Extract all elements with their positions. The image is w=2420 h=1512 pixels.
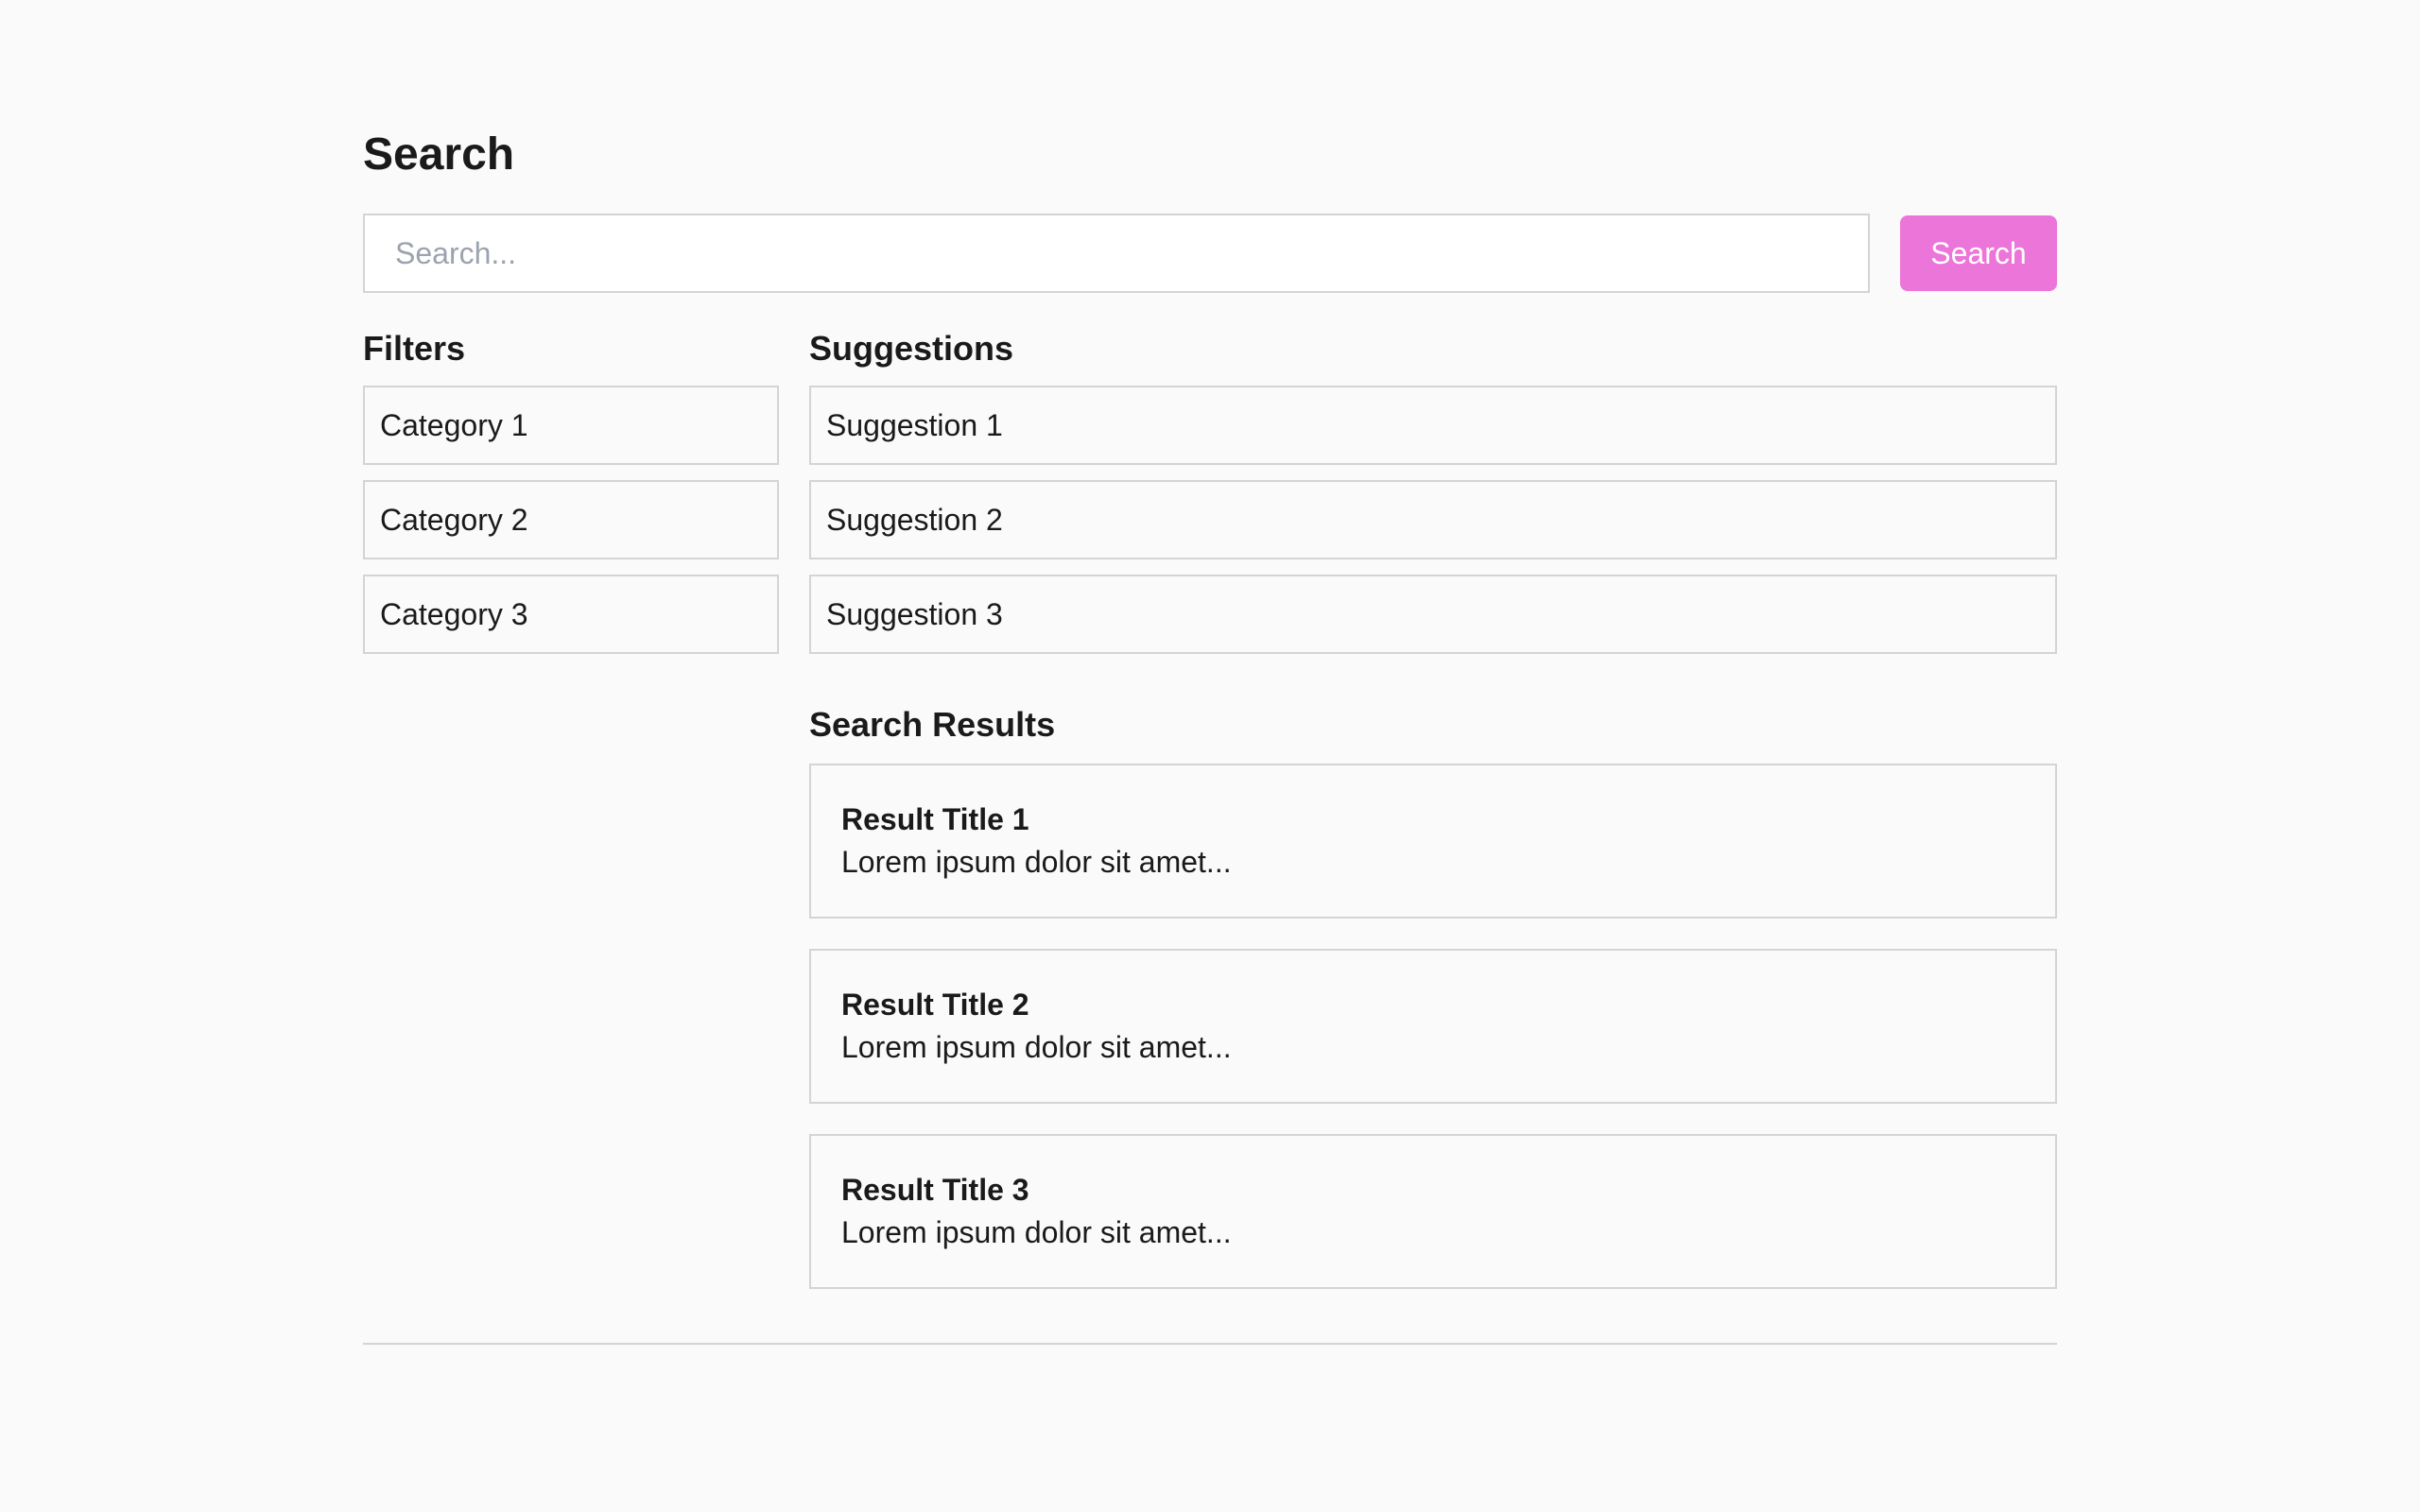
- main-panel: Suggestions Suggestion 1 Suggestion 2 Su…: [809, 329, 2057, 1289]
- result-card-1[interactable]: Result Title 1 Lorem ipsum dolor sit ame…: [809, 764, 2057, 919]
- suggestions-heading: Suggestions: [809, 329, 1014, 368]
- filter-item-category-2[interactable]: Category 2: [363, 480, 779, 559]
- suggestion-item-2[interactable]: Suggestion 2: [809, 480, 2057, 559]
- result-title[interactable]: Result Title 1: [841, 799, 2025, 839]
- search-input[interactable]: [363, 214, 1870, 293]
- result-title[interactable]: Result Title 3: [841, 1170, 2025, 1210]
- footer-divider: [363, 1343, 2057, 1345]
- result-title[interactable]: Result Title 2: [841, 985, 2025, 1024]
- results-heading: Search Results: [809, 705, 1056, 744]
- result-snippet: Lorem ipsum dolor sit amet...: [841, 1030, 1232, 1064]
- result-card-3[interactable]: Result Title 3 Lorem ipsum dolor sit ame…: [809, 1134, 2057, 1289]
- filter-list: Category 1 Category 2 Category 3: [363, 386, 779, 654]
- content-columns: Filters Category 1 Category 2 Category 3…: [363, 329, 2057, 1289]
- filter-item-category-1[interactable]: Category 1: [363, 386, 779, 465]
- suggestion-item-1[interactable]: Suggestion 1: [809, 386, 2057, 465]
- search-page: Search Search Filters Category 1 Categor…: [363, 129, 2057, 1289]
- page-title: Search: [363, 129, 515, 180]
- filters-panel: Filters Category 1 Category 2 Category 3: [363, 329, 779, 1289]
- result-snippet: Lorem ipsum dolor sit amet...: [841, 1215, 1232, 1249]
- suggestion-list: Suggestion 1 Suggestion 2 Suggestion 3: [809, 386, 2057, 654]
- filter-item-category-3[interactable]: Category 3: [363, 575, 779, 654]
- search-button[interactable]: Search: [1900, 215, 2057, 291]
- result-card-2[interactable]: Result Title 2 Lorem ipsum dolor sit ame…: [809, 949, 2057, 1104]
- search-bar: Search: [363, 214, 2057, 293]
- filters-heading: Filters: [363, 329, 466, 368]
- results-list: Result Title 1 Lorem ipsum dolor sit ame…: [809, 764, 2057, 1289]
- result-snippet: Lorem ipsum dolor sit amet...: [841, 845, 1232, 879]
- suggestion-item-3[interactable]: Suggestion 3: [809, 575, 2057, 654]
